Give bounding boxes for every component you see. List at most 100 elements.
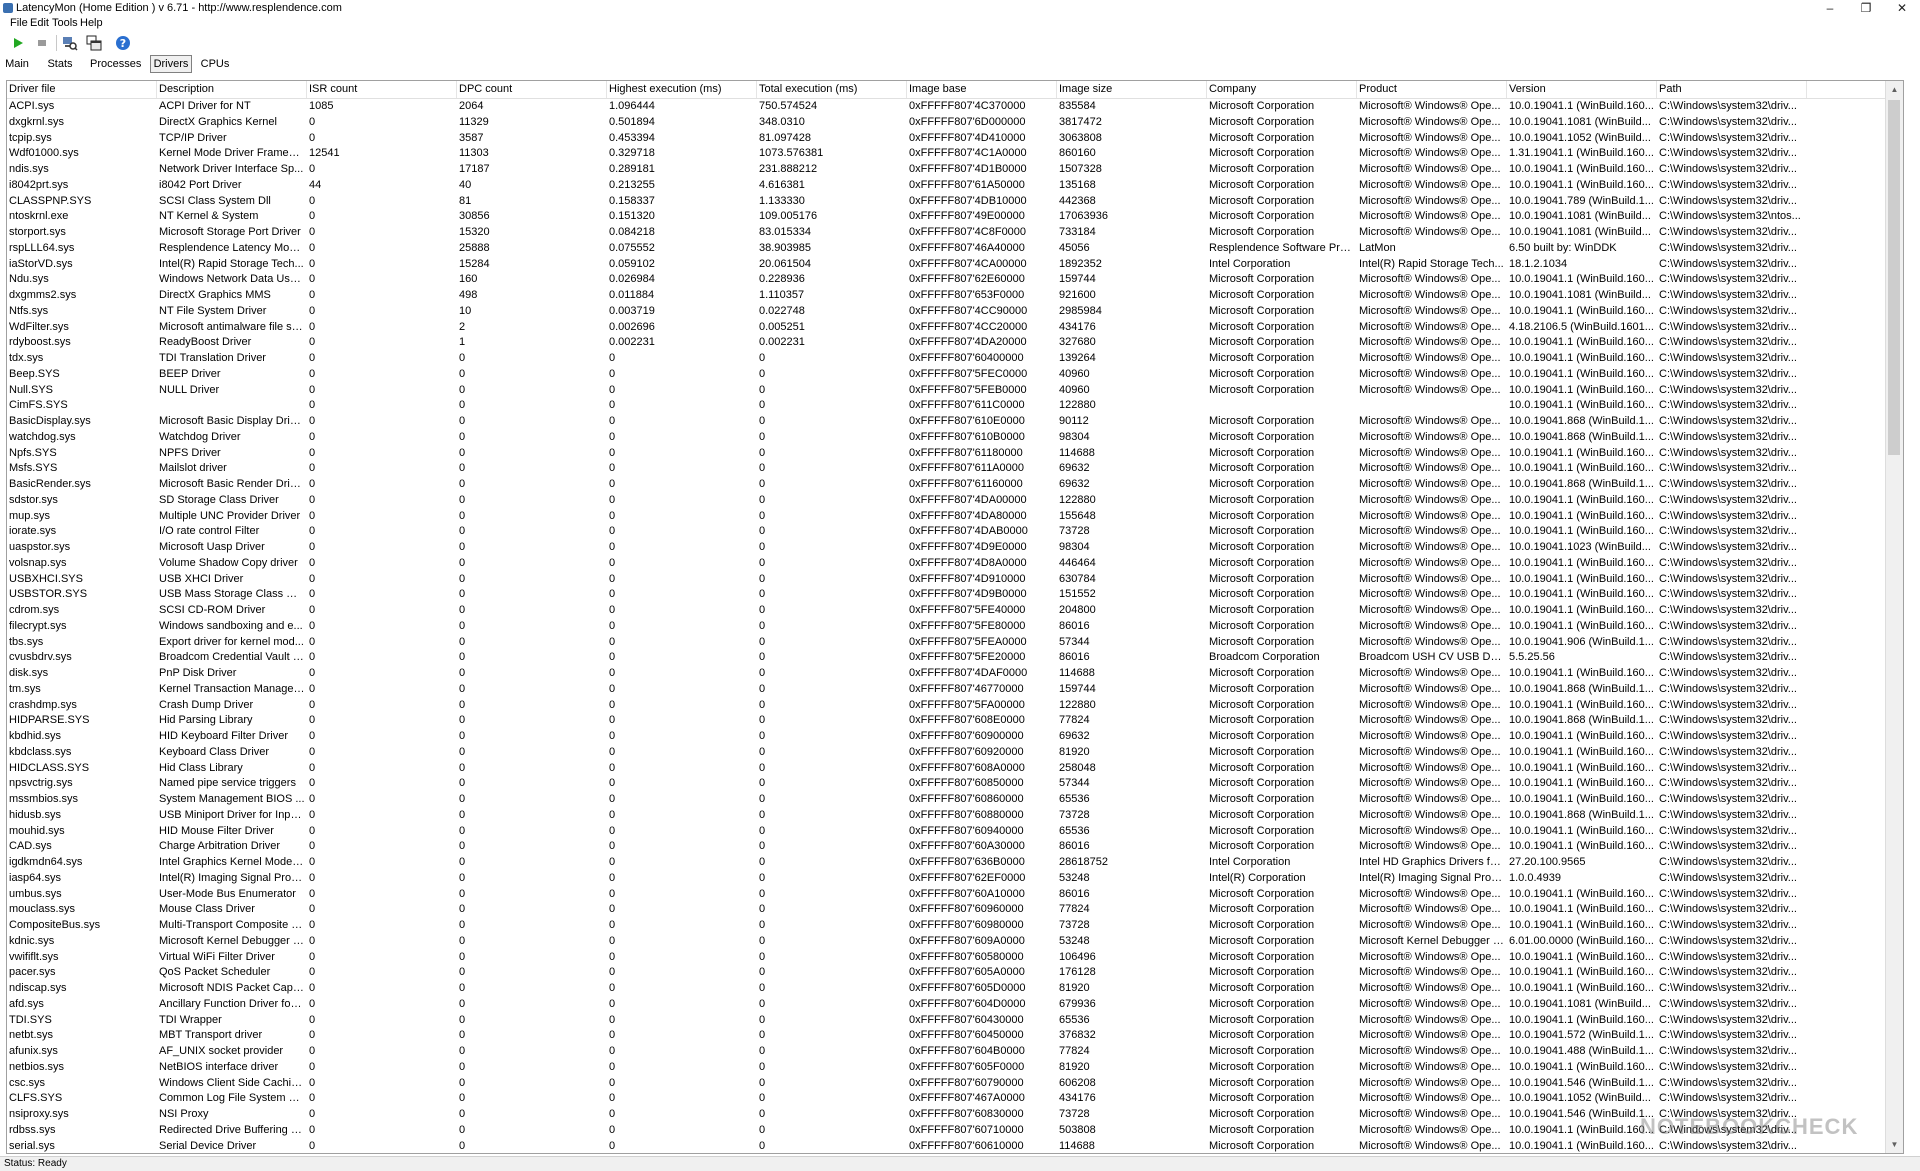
- table-row[interactable]: HIDPARSE.SYS Hid Parsing Library 0 0 0 0 0xFFF…: [7, 713, 1903, 729]
- table-row[interactable]: WdFilter.sys Microsoft antimalware file s…: [7, 320, 1903, 336]
- table-row[interactable]: watchdog.sys Watchdog Driver 0 0 0 0 0xFFFFF80…: [7, 430, 1903, 446]
- table-row[interactable]: pacer.sys QoS Packet Scheduler 0 0 0 0 0xFFFFF…: [7, 965, 1903, 981]
- header-col-image-base[interactable]: Image base: [907, 81, 1057, 98]
- table-row[interactable]: iasp64.sys Intel(R) Imaging Signal Proc..…: [7, 871, 1903, 887]
- scroll-down-icon[interactable]: ▼: [1886, 1136, 1903, 1153]
- menu-file[interactable]: File: [10, 17, 28, 29]
- scroll-thumb[interactable]: [1888, 100, 1900, 455]
- scroll-up-icon[interactable]: ▲: [1886, 81, 1903, 98]
- table-row[interactable]: netbt.sys MBT Transport driver 0 0 0 0 0xFFFFF…: [7, 1028, 1903, 1044]
- scan-icon[interactable]: [61, 34, 79, 52]
- header-col-product[interactable]: Product: [1357, 81, 1507, 98]
- header-col-dpc-count[interactable]: DPC count: [457, 81, 607, 98]
- menu-tools[interactable]: Tools: [52, 17, 78, 29]
- table-row[interactable]: CAD.sys Charge Arbitration Driver 0 0 0 0 0xFF…: [7, 839, 1903, 855]
- table-row[interactable]: BasicDisplay.sys Microsoft Basic Display …: [7, 414, 1903, 430]
- table-row[interactable]: igdkmdn64.sys Intel Graphics Kernel Mode …: [7, 855, 1903, 871]
- table-row[interactable]: mup.sys Multiple UNC Provider Driver 0 0 0 0 0…: [7, 509, 1903, 525]
- table-row[interactable]: USBSTOR.SYS USB Mass Storage Class Driver…: [7, 587, 1903, 603]
- table-row[interactable]: afd.sys Ancillary Function Driver for ...…: [7, 997, 1903, 1013]
- table-row[interactable]: ntoskrnl.exe NT Kernel & System 0 30856 0.15…: [7, 209, 1903, 225]
- header-col-total-execution[interactable]: Total execution (ms): [757, 81, 907, 98]
- table-row[interactable]: ndiscap.sys Microsoft NDIS Packet Capt...…: [7, 981, 1903, 997]
- table-row[interactable]: kdnic.sys Microsoft Kernel Debugger N... 0…: [7, 934, 1903, 950]
- table-row[interactable]: crashdmp.sys Crash Dump Driver 0 0 0 0 0xFFFFF…: [7, 698, 1903, 714]
- table-row[interactable]: cdrom.sys SCSI CD-ROM Driver 0 0 0 0 0xFFFFF80…: [7, 603, 1903, 619]
- table-row[interactable]: nsiproxy.sys NSI Proxy 0 0 0 0 0xFFFFF807'6083…: [7, 1107, 1903, 1123]
- table-row[interactable]: dxgkrnl.sys DirectX Graphics Kernel 0 11329…: [7, 115, 1903, 131]
- table-row[interactable]: uaspstor.sys Microsoft Uasp Driver 0 0 0 0 0xF…: [7, 540, 1903, 556]
- table-row[interactable]: storport.sys Microsoft Storage Port Drive…: [7, 225, 1903, 241]
- stop-icon[interactable]: [33, 34, 51, 52]
- table-row[interactable]: tcpip.sys TCP/IP Driver 0 3587 0.453394 81.09…: [7, 131, 1903, 147]
- table-row[interactable]: Npfs.SYS NPFS Driver 0 0 0 0 0xFFFFF807'611800…: [7, 446, 1903, 462]
- table-row[interactable]: Beep.SYS BEEP Driver 0 0 0 0 0xFFFFF807'5FEC00…: [7, 367, 1903, 383]
- table-row[interactable]: CompositeBus.sys Multi-Transport Composit…: [7, 918, 1903, 934]
- table-row[interactable]: npsvctrig.sys Named pipe service triggers…: [7, 776, 1903, 792]
- table-row[interactable]: kbdclass.sys Keyboard Class Driver 0 0 0 0 0xF…: [7, 745, 1903, 761]
- header-col-path[interactable]: Path: [1657, 81, 1807, 98]
- table-row[interactable]: mouclass.sys Mouse Class Driver 0 0 0 0 0xFFFF…: [7, 902, 1903, 918]
- table-row[interactable]: USBXHCI.SYS USB XHCI Driver 0 0 0 0 0xFFFFF807…: [7, 572, 1903, 588]
- windows-icon[interactable]: [85, 34, 103, 52]
- table-row[interactable]: Ntfs.sys NT File System Driver 0 10 0.003719…: [7, 304, 1903, 320]
- header-col-highest-execution[interactable]: Highest execution (ms): [607, 81, 757, 98]
- table-row[interactable]: tm.sys Kernel Transaction Manager ... 0 0 0 0…: [7, 682, 1903, 698]
- vertical-scrollbar[interactable]: ▲ ▼: [1885, 81, 1903, 1153]
- table-row[interactable]: tdx.sys TDI Translation Driver 0 0 0 0 0xFFFFF…: [7, 351, 1903, 367]
- table-row[interactable]: filecrypt.sys Windows sandboxing and e...…: [7, 619, 1903, 635]
- table-row[interactable]: i8042prt.sys i8042 Port Driver 44 40 0.21325…: [7, 178, 1903, 194]
- menu-edit[interactable]: Edit: [30, 17, 49, 29]
- maximize-button[interactable]: ❐: [1848, 0, 1884, 16]
- table-row[interactable]: netbios.sys NetBIOS interface driver 0 0 0 0 0…: [7, 1060, 1903, 1076]
- table-row[interactable]: TDI.SYS TDI Wrapper 0 0 0 0 0xFFFFF807'6043000…: [7, 1013, 1903, 1029]
- header-col-description[interactable]: Description: [157, 81, 307, 98]
- table-row[interactable]: Msfs.SYS Mailslot driver 0 0 0 0 0xFFFFF807'61…: [7, 461, 1903, 477]
- header-col-version[interactable]: Version: [1507, 81, 1657, 98]
- tab-cpus[interactable]: CPUs: [200, 56, 230, 72]
- table-row[interactable]: rdyboost.sys ReadyBoost Driver 0 1 0.002231 0…: [7, 335, 1903, 351]
- table-row[interactable]: ACPI.sys ACPI Driver for NT 1085 2064 1.0964…: [7, 99, 1903, 115]
- table-row[interactable]: volsnap.sys Volume Shadow Copy driver 0 0 0 0…: [7, 556, 1903, 572]
- help-icon[interactable]: ?: [114, 34, 132, 52]
- table-row[interactable]: cvusbdrv.sys Broadcom Credential Vault U.…: [7, 650, 1903, 666]
- tab-main[interactable]: Main: [4, 56, 30, 72]
- table-row[interactable]: Wdf01000.sys Kernel Mode Driver Framew...…: [7, 146, 1903, 162]
- menu-help[interactable]: Help: [80, 17, 103, 29]
- table-row[interactable]: iaStorVD.sys Intel(R) Rapid Storage Tech.…: [7, 257, 1903, 273]
- table-row[interactable]: sdstor.sys SD Storage Class Driver 0 0 0 0 0xF…: [7, 493, 1903, 509]
- play-icon[interactable]: [9, 34, 27, 52]
- minimize-button[interactable]: –: [1812, 0, 1848, 16]
- header-col-company[interactable]: Company: [1207, 81, 1357, 98]
- table-row[interactable]: vwififlt.sys Virtual WiFi Filter Driver 0 0…: [7, 950, 1903, 966]
- header-col-isr-count[interactable]: ISR count: [307, 81, 457, 98]
- table-row[interactable]: tbs.sys Export driver for kernel mod... 0 0…: [7, 635, 1903, 651]
- table-row[interactable]: umbus.sys User-Mode Bus Enumerator 0 0 0 0 0xF…: [7, 887, 1903, 903]
- table-row[interactable]: disk.sys PnP Disk Driver 0 0 0 0 0xFFFFF807'4D…: [7, 666, 1903, 682]
- header-col-image-size[interactable]: Image size: [1057, 81, 1207, 98]
- table-row[interactable]: afunix.sys AF_UNIX socket provider 0 0 0 0 0xF…: [7, 1044, 1903, 1060]
- table-row[interactable]: mouhid.sys HID Mouse Filter Driver 0 0 0 0 0xF…: [7, 824, 1903, 840]
- table-row[interactable]: CimFS.SYS 0 0 0 0 0xFFFFF807'611C0000 122880 10…: [7, 398, 1903, 414]
- table-row[interactable]: mssmbios.sys System Management BIOS ... 0 0…: [7, 792, 1903, 808]
- table-row[interactable]: kbdhid.sys HID Keyboard Filter Driver 0 0 0 0…: [7, 729, 1903, 745]
- tab-stats[interactable]: Stats: [46, 56, 74, 72]
- table-row[interactable]: rspLLL64.sys Resplendence Latency Monit..…: [7, 241, 1903, 257]
- drivers-table[interactable]: Driver file Description ISR count DPC count…: [6, 80, 1904, 1154]
- table-row[interactable]: HIDCLASS.SYS Hid Class Library 0 0 0 0 0xFFFFF…: [7, 761, 1903, 777]
- table-row[interactable]: Ndu.sys Windows Network Data Usa... 0 160 0.…: [7, 272, 1903, 288]
- table-row[interactable]: serial.sys Serial Device Driver 0 0 0 0 0xFFFF…: [7, 1139, 1903, 1154]
- table-row[interactable]: ndis.sys Network Driver Interface Sp... 0 1…: [7, 162, 1903, 178]
- table-row[interactable]: iorate.sys I/O rate control Filter 0 0 0 0 0xF…: [7, 524, 1903, 540]
- table-row[interactable]: dxgmms2.sys DirectX Graphics MMS 0 498 0.011…: [7, 288, 1903, 304]
- table-row[interactable]: CLASSPNP.SYS SCSI Class System Dll 0 81 0.15…: [7, 194, 1903, 210]
- tab-drivers[interactable]: Drivers: [150, 55, 192, 73]
- table-row[interactable]: BasicRender.sys Microsoft Basic Render Dr…: [7, 477, 1903, 493]
- table-row[interactable]: Null.SYS NULL Driver 0 0 0 0 0xFFFFF807'5FEB00…: [7, 383, 1903, 399]
- tab-processes[interactable]: Processes: [90, 56, 141, 72]
- header-col-driver-file[interactable]: Driver file: [7, 81, 157, 98]
- close-button[interactable]: ✕: [1884, 0, 1920, 16]
- table-row[interactable]: hidusb.sys USB Miniport Driver for Inpu..…: [7, 808, 1903, 824]
- table-row[interactable]: csc.sys Windows Client Side Cachin... 0 0 0 0…: [7, 1076, 1903, 1092]
- table-row[interactable]: rdbss.sys Redirected Drive Buffering S...…: [7, 1123, 1903, 1139]
